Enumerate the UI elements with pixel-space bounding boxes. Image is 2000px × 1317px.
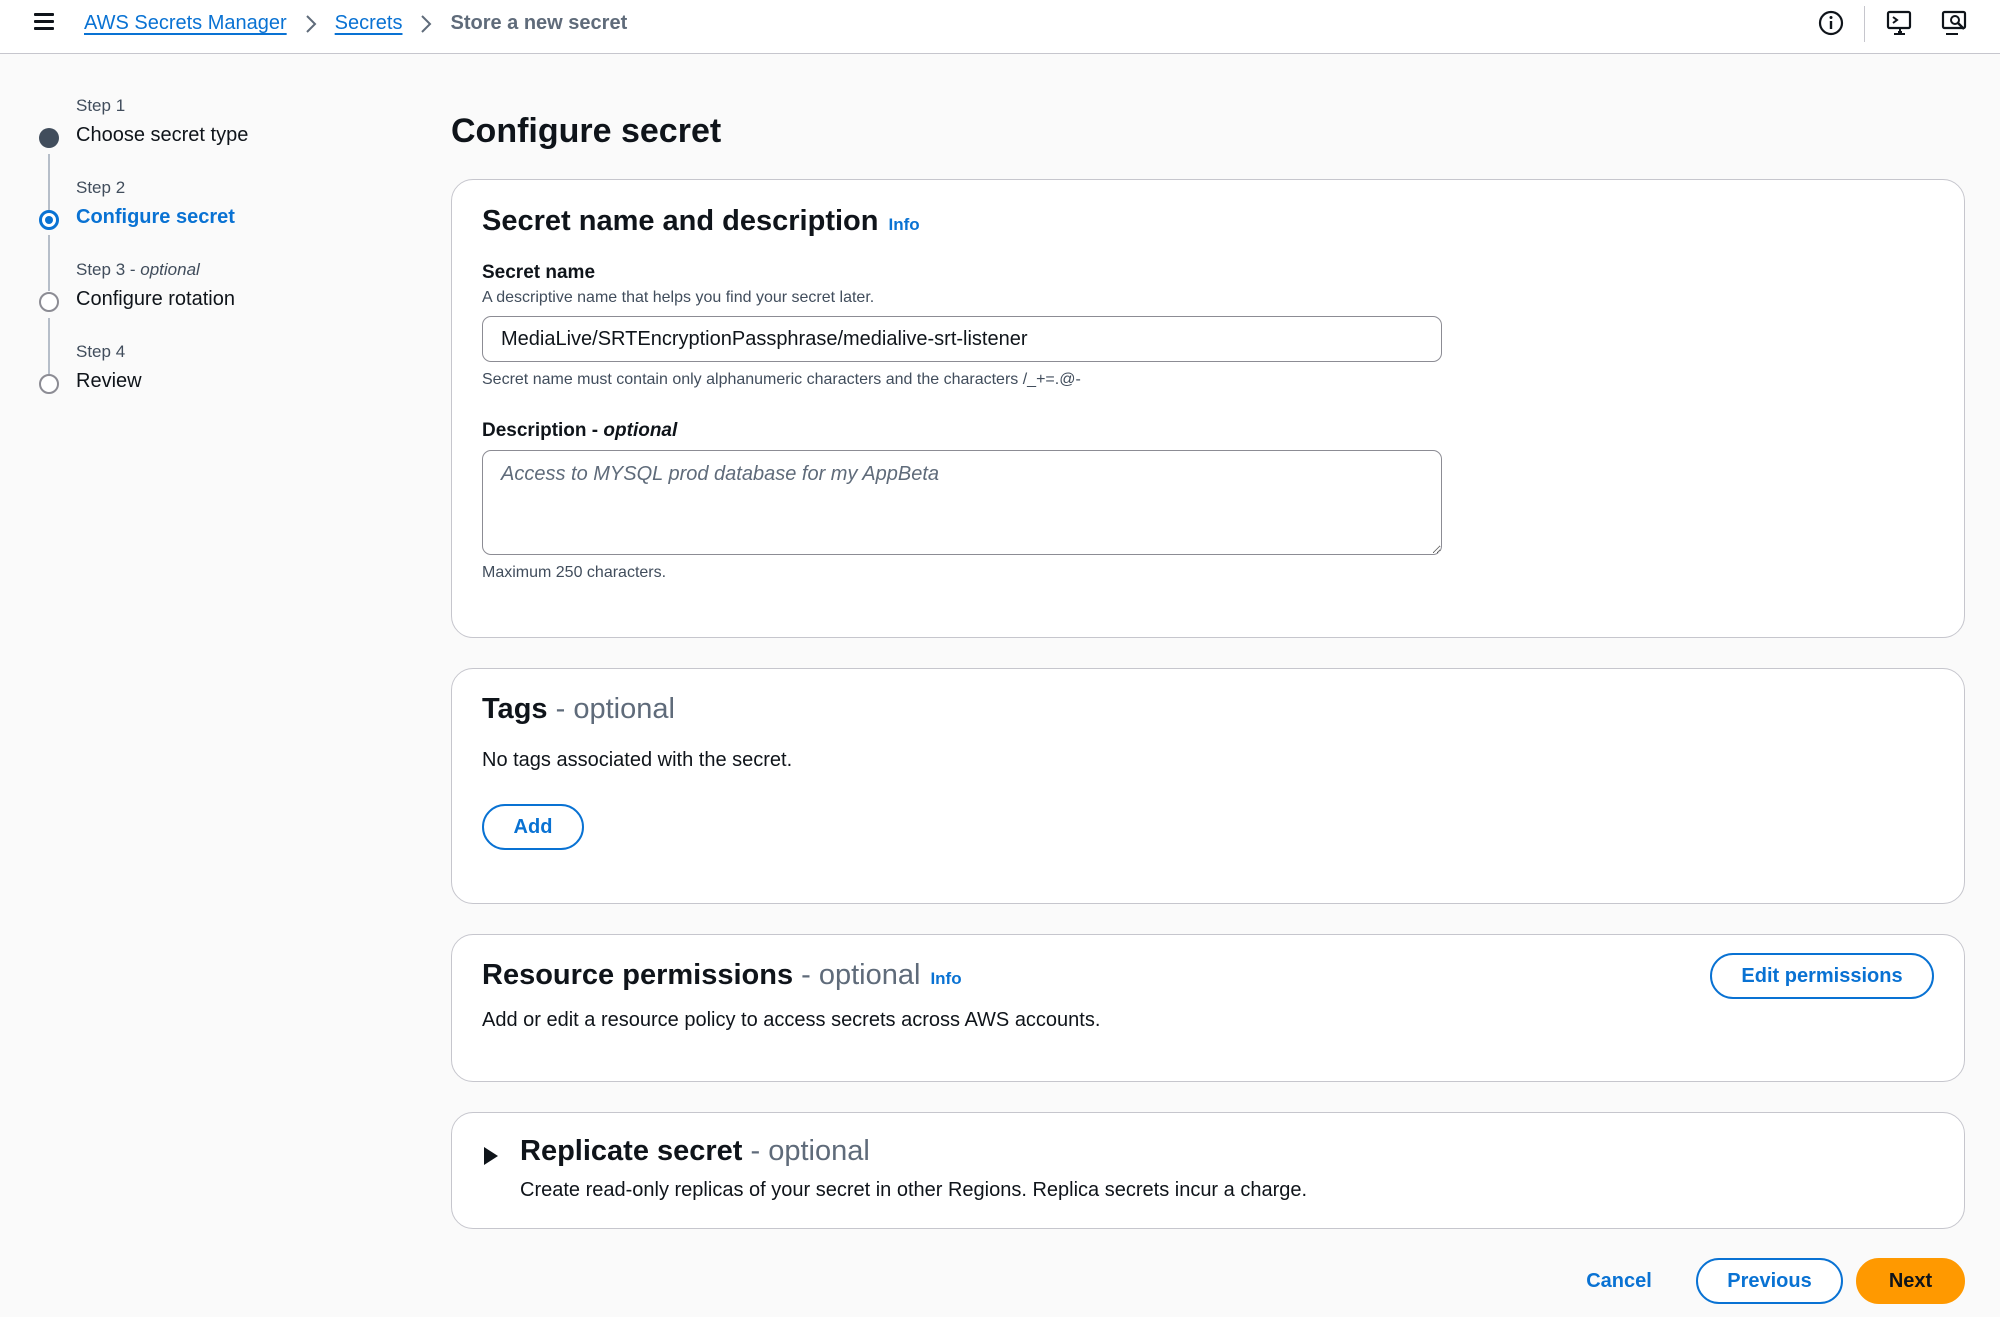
tags-empty-text: No tags associated with the secret. (482, 749, 793, 771)
panel-title: Secret name and description Info (482, 205, 920, 237)
next-button[interactable]: Next (1856, 1258, 1965, 1304)
expand-caret-icon[interactable] (484, 1147, 498, 1165)
permissions-description: Add or edit a resource policy to access … (482, 1009, 1101, 1031)
step-title: Configure secret (76, 206, 235, 228)
top-navigation-bar: AWS Secrets Manager Secrets Store a new … (0, 0, 2000, 54)
info-icon[interactable] (1817, 9, 1845, 37)
chevron-right-icon (421, 14, 432, 33)
edit-permissions-button[interactable]: Edit permissions (1710, 953, 1934, 999)
page-title: Configure secret (451, 112, 722, 150)
breadcrumb-aws-secrets-manager[interactable]: AWS Secrets Manager (84, 12, 287, 35)
chevron-right-icon (305, 14, 317, 33)
description-textarea[interactable] (482, 450, 1442, 555)
panel-title: Tags - optional (482, 693, 675, 725)
step-status-icon (39, 128, 59, 148)
description-label: Description - optional (482, 420, 678, 441)
replicate-secret-panel: Replicate secret - optional Create read-… (451, 1112, 1965, 1229)
step-title: Review (76, 370, 142, 392)
toolbar-divider (1864, 6, 1865, 42)
step-status-icon (39, 374, 59, 394)
step-number: Step 4 (76, 342, 126, 361)
secret-name-label: Secret name (482, 262, 596, 283)
secret-name-input[interactable] (482, 316, 1442, 362)
breadcrumb-secrets[interactable]: Secrets (335, 12, 403, 35)
step-connector (48, 154, 50, 210)
step-number: Step 3 - optional (76, 260, 200, 279)
step-number: Step 2 (76, 178, 126, 197)
step-status-icon (39, 210, 59, 230)
add-tag-button[interactable]: Add (482, 804, 584, 850)
step-title[interactable]: Choose secret type (76, 124, 248, 147)
breadcrumb-current-page: Store a new secret (450, 12, 628, 34)
previous-button[interactable]: Previous (1696, 1258, 1843, 1304)
info-link[interactable]: Info (930, 969, 961, 988)
step-connector (48, 235, 50, 291)
secret-name-constraint: Secret name must contain only alphanumer… (482, 371, 1081, 388)
panel-title: Resource permissions - optional Info (482, 959, 962, 991)
cancel-button[interactable]: Cancel (1572, 1258, 1666, 1304)
step-title: Configure rotation (76, 288, 235, 310)
secret-name-panel: Secret name and description Info Secret n… (451, 179, 1965, 638)
replicate-description: Create read-only replicas of your secret… (520, 1179, 1308, 1201)
step-connector (48, 318, 50, 374)
secret-name-description: A descriptive name that helps you find y… (482, 289, 875, 306)
description-constraint: Maximum 250 characters. (482, 564, 667, 581)
cloudshell-feedback-icon[interactable] (1885, 9, 1913, 37)
step-number: Step 1 (76, 96, 126, 115)
resource-permissions-panel: Resource permissions - optional Info Add … (451, 934, 1965, 1082)
step-status-icon (39, 292, 59, 312)
info-link[interactable]: Info (888, 215, 919, 234)
tags-panel: Tags - optional No tags associated with … (451, 668, 1965, 904)
replicate-secret-toggle[interactable]: Replicate secret - optional (520, 1135, 870, 1168)
menu-icon[interactable] (32, 10, 58, 34)
screen-share-icon[interactable] (1940, 9, 1968, 37)
breadcrumb: AWS Secrets Manager Secrets Store a new … (84, 12, 627, 35)
